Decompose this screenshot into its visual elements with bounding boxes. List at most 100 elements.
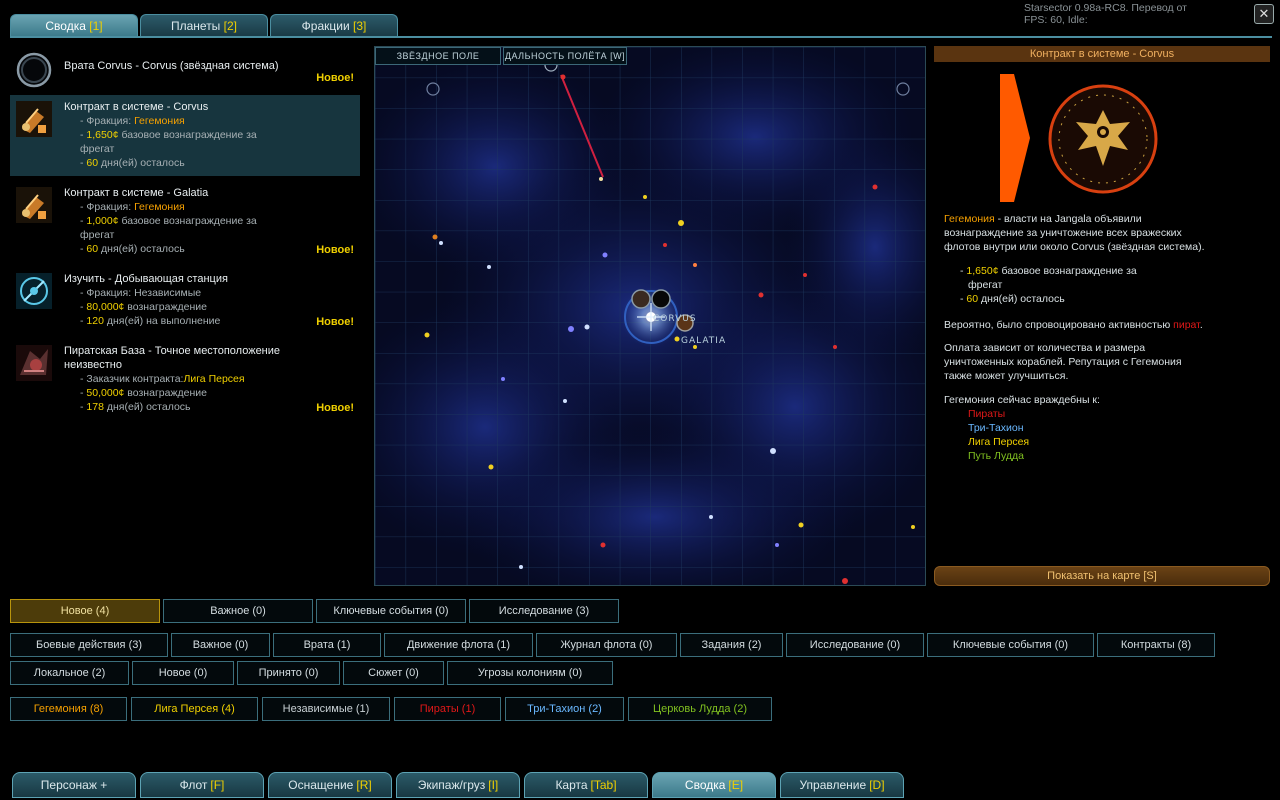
close-button[interactable]: ✕ — [1254, 4, 1274, 24]
star-map[interactable]: CORVUS GALATIA ЗВЁЗДНОЕ ПОЛЕ ДАЛЬНОСТЬ П… — [374, 46, 926, 586]
filter-key-events[interactable]: Ключевые события (0) — [316, 599, 466, 623]
top-divider — [10, 36, 1272, 38]
filter-local[interactable]: Локальное (2) — [10, 661, 129, 685]
gate-icon — [16, 52, 52, 88]
filter-fleet-movement[interactable]: Движение флота (1) — [384, 633, 533, 657]
nav-fleet[interactable]: Флот [F] — [140, 772, 264, 798]
tab-factions[interactable]: Фракции [3] — [270, 14, 398, 36]
intel-faction-line: - Фракция: Гегемония — [64, 200, 354, 214]
desc-faction: Гегемония — [944, 213, 995, 225]
filter-story[interactable]: Сюжет (0) — [343, 661, 444, 685]
pay-text-1: Оплата зависит от количества и размера — [944, 342, 1146, 354]
hostile-title: Гегемония сейчас враждебны к: — [944, 394, 1100, 406]
tab-planets-hotkey: [2] — [223, 18, 237, 33]
filter-independent[interactable]: Независимые (1) — [262, 697, 390, 721]
intel-reward-line: - 1,000¢ базовое вознаграждение за — [80, 215, 257, 227]
nav-hotkey: [E] — [728, 778, 744, 792]
filter-fleet-log[interactable]: Журнал флота (0) — [536, 633, 677, 657]
nav-hotkey: [D] — [869, 778, 885, 792]
filter-important[interactable]: Важное (0) — [163, 599, 313, 623]
hegemony-emblem-icon — [1048, 84, 1158, 194]
filter-new-2[interactable]: Новое (0) — [132, 661, 234, 685]
tab-summary[interactable]: Сводка [1] — [10, 14, 138, 36]
pay-text-2: уничтоженных кораблей. Репутация с Гегем… — [944, 356, 1182, 368]
nav-character[interactable]: Персонаж + — [12, 772, 136, 798]
intel-item-gate[interactable]: Врата Corvus - Corvus (звёздная система)… — [10, 46, 360, 90]
detail-header: Контракт в системе - Corvus — [934, 46, 1270, 62]
top-tab-bar: Сводка [1] Планеты [2] Фракции [3] — [10, 14, 398, 36]
map-tab-starfield[interactable]: ЗВЁЗДНОЕ ПОЛЕ — [375, 47, 501, 65]
reward-value: 1,000¢ — [86, 215, 119, 227]
reward-value: 80,000¢ — [86, 301, 125, 313]
nav-cargo[interactable]: Экипаж/груз [I] — [396, 772, 520, 798]
new-badge: Новое! — [316, 244, 354, 256]
tab-factions-hotkey: [3] — [353, 18, 367, 33]
label-corvus: CORVUS — [653, 314, 697, 324]
bottom-nav: Персонаж + Флот [F] Оснащение [R] Экипаж/г… — [0, 772, 1280, 800]
detail-description: Гегемония - власти на Jangala объявили в… — [944, 212, 1264, 254]
filter-pirates[interactable]: Пираты (1) — [394, 697, 501, 721]
filter-exploration[interactable]: Исследование (3) — [469, 599, 619, 623]
intel-item-pirate-base[interactable]: Пиратская База - Точное местоположение н… — [10, 339, 360, 420]
intel-faction-line: - Заказчик контракта:Лига Персея — [64, 372, 354, 386]
nav-map[interactable]: Карта [Tab] — [524, 772, 648, 798]
days-value: 178 — [86, 401, 104, 413]
faction-name: Независимые — [134, 287, 202, 299]
faction-label: - Фракция: — [80, 201, 135, 213]
survey-icon — [16, 273, 52, 309]
faction-name: Гегемония — [134, 201, 185, 213]
filter-exploration-2[interactable]: Исследование (0) — [786, 633, 924, 657]
bounty-icon — [16, 187, 52, 223]
filter-new[interactable]: Новое (4) — [10, 599, 160, 623]
detail-hostile: Гегемония сейчас враждебны к: Пираты Три… — [944, 393, 1264, 463]
intel-item-bounty-galatia[interactable]: Контракт в системе - Galatia - Фракция: … — [10, 181, 360, 262]
intel-item-survey[interactable]: Изучить - Добывающая станция - Фракция: … — [10, 267, 360, 334]
label-galatia: GALATIA — [681, 336, 726, 346]
fps-text: FPS: 60, Idle: — [1024, 14, 1088, 26]
intel-reward-line: - 80,000¢ вознаграждение — [80, 301, 207, 313]
intel-title: Контракт в системе - Corvus — [64, 101, 209, 113]
filter-hegemony[interactable]: Гегемония (8) — [10, 697, 127, 721]
version-info: Starsector 0.98a-RC8. Перевод от FPS: 60… — [1024, 2, 1264, 26]
filter-luddic-church[interactable]: Церковь Лудда (2) — [628, 697, 772, 721]
nav-label: Персонаж + — [40, 778, 108, 792]
filter-important-2[interactable]: Важное (0) — [171, 633, 270, 657]
nav-label: Флот — [179, 778, 208, 792]
filter-contracts[interactable]: Контракты (8) — [1097, 633, 1215, 657]
show-on-map-button[interactable]: Показать на карте [S] — [934, 566, 1270, 586]
intel-title: Контракт в системе - Galatia — [64, 187, 209, 199]
days-text: дня(ей) осталось — [98, 157, 185, 169]
filter-persean[interactable]: Лига Персея (4) — [131, 697, 258, 721]
faction-name: Гегемония — [134, 115, 185, 127]
nav-command[interactable]: Управление [D] — [780, 772, 904, 798]
detail-panel: Контракт в системе - Corvus Гегемония - … — [934, 46, 1270, 586]
filter-gates[interactable]: Врата (1) — [273, 633, 381, 657]
filter-tritachyon[interactable]: Три-Тахион (2) — [505, 697, 624, 721]
new-badge: Новое! — [316, 72, 354, 84]
desc-text-3: флотов внутри или около Corvus (звёздная… — [944, 241, 1205, 253]
intel-days-line: - 120 дня(ей) на выполнение — [80, 315, 221, 327]
nav-label: Оснащение — [288, 778, 354, 792]
tab-planets[interactable]: Планеты [2] — [140, 14, 268, 36]
intel-title: Изучить - Добывающая станция — [64, 273, 228, 285]
intel-days-line: - 60 дня(ей) осталось — [80, 157, 185, 169]
desc-line-1: Гегемония - власти на Jangala объявили — [944, 212, 1264, 226]
filter-colony-threats[interactable]: Угрозы колониям (0) — [447, 661, 613, 685]
filter-missions[interactable]: Задания (2) — [680, 633, 783, 657]
nav-refit[interactable]: Оснащение [R] — [268, 772, 392, 798]
intel-item-bounty-corvus[interactable]: Контракт в системе - Corvus - Фракция: Г… — [10, 95, 360, 176]
days-value: 120 — [86, 315, 104, 327]
map-tab-range[interactable]: ДАЛЬНОСТЬ ПОЛЁТА [W] — [503, 47, 627, 65]
days-value: 60 — [86, 157, 99, 169]
intel-faction-line: - Фракция: Гегемония — [64, 114, 354, 128]
detail-reward-value: 1,650¢ — [966, 265, 999, 277]
version-text: Starsector 0.98a-RC8. Перевод от — [1024, 2, 1187, 14]
reward-text-cont: фрегат — [80, 229, 115, 241]
nav-intel[interactable]: Сводка [E] — [652, 772, 776, 798]
filter-combat[interactable]: Боевые действия (3) — [10, 633, 168, 657]
filter-accepted[interactable]: Принято (0) — [237, 661, 340, 685]
nav-hotkey: [R] — [356, 778, 372, 792]
filter-key-events-2[interactable]: Ключевые события (0) — [927, 633, 1094, 657]
cause-end: . — [1199, 319, 1203, 331]
tab-planets-label: Планеты — [170, 18, 221, 33]
